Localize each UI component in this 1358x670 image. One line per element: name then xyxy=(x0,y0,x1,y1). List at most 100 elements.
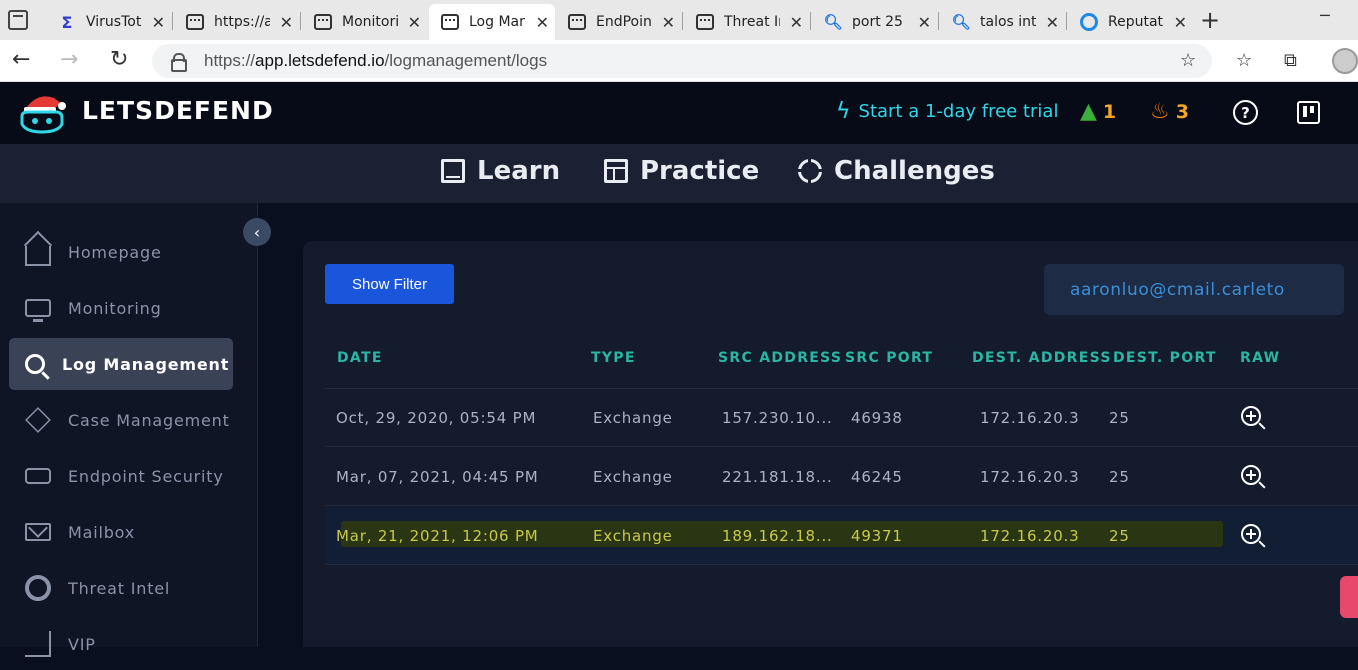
show-filter-button[interactable]: Show Filter xyxy=(325,264,454,304)
crosshair-icon xyxy=(797,158,823,184)
browser-tab[interactable]: Threat In ✕ xyxy=(684,4,809,40)
sidebar-item-vip[interactable]: VIP xyxy=(9,618,233,670)
free-trial-link[interactable]: ϟ Start a 1-day free trial xyxy=(836,99,1058,124)
collapse-sidebar-button[interactable]: ‹ xyxy=(243,218,271,246)
tab-label: Reputatic xyxy=(1108,14,1164,30)
column-header-dest-address[interactable]: DEST. ADDRESS xyxy=(972,350,1112,366)
top-navigation: Learn Practice Challenges xyxy=(0,144,1358,203)
cell-src-port: 49371 xyxy=(851,527,903,545)
tree-counter[interactable]: ▲ 1 xyxy=(1080,99,1116,124)
cell-date: Mar, 21, 2021, 12:06 PM xyxy=(336,527,539,545)
new-tab-button[interactable]: + xyxy=(1200,6,1220,34)
nav-practice[interactable]: Practice xyxy=(604,156,759,186)
sidebar-item-endpoint-security[interactable]: Endpoint Security xyxy=(9,450,233,502)
cell-type: Exchange xyxy=(593,409,673,427)
close-icon[interactable]: ✕ xyxy=(662,13,675,32)
nav-challenges[interactable]: Challenges xyxy=(797,156,995,186)
search-icon: 🔍︎ xyxy=(823,13,843,31)
close-icon[interactable]: ✕ xyxy=(408,13,421,32)
fire-count: 3 xyxy=(1175,100,1189,123)
browser-tab[interactable]: https://a ✕ xyxy=(174,4,299,40)
cell-dest-address: 172.16.20.3 xyxy=(980,468,1080,486)
browser-tab[interactable]: Σ VirusTota ✕ xyxy=(46,4,171,40)
tab-divider xyxy=(1066,12,1067,30)
streak-counter[interactable]: ♨ 3 xyxy=(1150,99,1189,124)
sidebar-item-case-management[interactable]: Case Management xyxy=(9,394,233,446)
column-header-type[interactable]: TYPE xyxy=(591,350,636,366)
sidebar-item-label: Monitoring xyxy=(68,298,162,318)
column-header-date[interactable]: DATE xyxy=(337,350,383,366)
help-icon[interactable]: ? xyxy=(1233,100,1258,125)
sidebar-item-label: Endpoint Security xyxy=(68,466,224,486)
christmas-tree-icon: ▲ xyxy=(1080,99,1097,124)
sidebar-item-monitoring[interactable]: Monitoring xyxy=(9,282,233,334)
board-icon[interactable] xyxy=(1297,101,1320,124)
column-header-src-port[interactable]: SRC PORT xyxy=(845,350,933,366)
browser-tab[interactable]: Reputatic ✕ xyxy=(1068,4,1193,40)
browser-tab-bar: Σ VirusTota ✕ https://a ✕ Monitori ✕ Log… xyxy=(0,0,1358,40)
sidebar-item-label: Case Management xyxy=(68,410,230,430)
letsdefend-logo-icon[interactable] xyxy=(18,90,68,136)
table-row[interactable]: Mar, 07, 2021, 04:45 PM Exchange 221.181… xyxy=(325,448,1358,506)
browser-tab[interactable]: 🔍︎ talos inte ✕ xyxy=(940,4,1065,40)
column-header-src-address[interactable]: SRC ADDRESS xyxy=(718,350,842,366)
column-header-dest-port[interactable]: DEST. PORT xyxy=(1113,350,1217,366)
close-icon[interactable]: ✕ xyxy=(918,13,931,32)
browser-tab[interactable]: EndPoint ✕ xyxy=(556,4,681,40)
app-title[interactable]: LETSDEFEND xyxy=(82,96,274,125)
browser-tab-active[interactable]: Log Man ✕ xyxy=(429,4,555,40)
nav-learn[interactable]: Learn xyxy=(441,156,560,186)
feedback-tab[interactable] xyxy=(1340,576,1358,618)
close-icon[interactable]: ✕ xyxy=(1046,13,1059,32)
cell-src-address: 157.230.10... xyxy=(722,409,833,427)
cell-type: Exchange xyxy=(593,527,673,545)
tab-label: VirusTota xyxy=(86,14,142,30)
add-favorite-icon[interactable]: ☆ xyxy=(1180,50,1196,71)
browser-tab[interactable]: Monitori ✕ xyxy=(302,4,427,40)
table-row-highlighted[interactable]: Mar, 21, 2021, 12:06 PM Exchange 189.162… xyxy=(325,507,1358,565)
back-arrow-icon[interactable]: ← xyxy=(12,47,30,72)
sidebar-item-log-management[interactable]: Log Management xyxy=(9,338,233,390)
tab-label: Monitori xyxy=(342,14,398,30)
close-icon[interactable]: ✕ xyxy=(280,13,293,32)
cell-dest-port: 25 xyxy=(1109,527,1130,545)
browser-tab[interactable]: 🔍︎ port 25 - ✕ xyxy=(812,4,937,40)
close-icon[interactable]: ✕ xyxy=(536,13,549,32)
search-icon xyxy=(25,354,45,374)
url-field[interactable]: https://app.letsdefend.io/logmanagement/… xyxy=(152,44,1212,78)
collections-icon[interactable]: ⧉ xyxy=(1284,50,1297,71)
fire-icon: ♨ xyxy=(1150,99,1170,124)
close-icon[interactable]: ✕ xyxy=(790,13,803,32)
forward-arrow-icon[interactable]: → xyxy=(60,47,78,72)
sidebar-item-mailbox[interactable]: Mailbox xyxy=(9,506,233,558)
zoom-in-icon-handle xyxy=(1258,481,1266,489)
tab-label: Threat In xyxy=(724,14,780,30)
reload-icon[interactable]: ↻ xyxy=(110,47,128,72)
sidebar-item-homepage[interactable]: Homepage xyxy=(9,226,233,278)
tab-divider xyxy=(300,12,301,30)
table-row[interactable]: Oct, 29, 2020, 05:54 PM Exchange 157.230… xyxy=(325,389,1358,447)
profile-avatar[interactable] xyxy=(1332,48,1358,74)
tab-divider xyxy=(810,12,811,30)
lock-icon xyxy=(170,53,187,72)
url-text: https://app.letsdefend.io/logmanagement/… xyxy=(204,51,548,70)
monitor-icon xyxy=(25,299,51,322)
lifebuoy-icon xyxy=(25,575,51,601)
close-icon[interactable]: ✕ xyxy=(1174,13,1187,32)
app-header: LETSDEFEND ϟ Start a 1-day free trial ▲ … xyxy=(0,82,1358,144)
sidebar-item-threat-intel[interactable]: Threat Intel xyxy=(9,562,233,614)
sidebar-item-label: Log Management xyxy=(62,354,230,374)
nav-challenges-label: Challenges xyxy=(834,156,995,186)
reputation-icon xyxy=(1080,13,1098,31)
sidebar-item-label: Homepage xyxy=(68,242,162,262)
close-icon[interactable]: ✕ xyxy=(152,13,165,32)
minimize-window-icon[interactable]: ─ xyxy=(1320,6,1330,25)
drive-icon xyxy=(25,468,51,484)
sidebar-item-label: VIP xyxy=(68,634,96,654)
column-header-raw[interactable]: RAW xyxy=(1240,350,1280,366)
window-menu-icon[interactable] xyxy=(8,10,28,30)
favorites-icon[interactable]: ☆ xyxy=(1236,50,1252,71)
cell-src-address: 221.181.18... xyxy=(722,468,833,486)
search-value-field[interactable]: aaronluo@cmail.carleto xyxy=(1044,264,1344,315)
cell-date: Mar, 07, 2021, 04:45 PM xyxy=(336,468,539,486)
